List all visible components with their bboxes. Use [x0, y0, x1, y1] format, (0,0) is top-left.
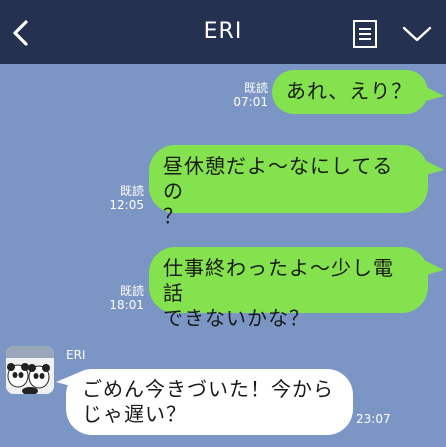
bubble-tail	[420, 258, 444, 276]
avatar[interactable]	[6, 346, 54, 394]
message-line: じゃ遅い？	[82, 402, 187, 426]
message-time: 07:01	[233, 95, 268, 109]
bubble-tail	[420, 84, 444, 102]
message-meta: 既読 07:01	[232, 81, 268, 109]
sent-message-bubble[interactable]: 仕事終わったよ〜少し電話 できないかな？	[149, 247, 428, 330]
message-time: 18:01	[109, 298, 144, 312]
notes-icon[interactable]	[351, 19, 379, 49]
chat-header: ERI	[0, 0, 446, 64]
message-meta: 既読 18:01	[104, 284, 144, 312]
chevron-down-icon[interactable]	[401, 24, 433, 44]
read-receipt: 既読	[243, 81, 268, 95]
chat-title: ERI	[203, 19, 243, 44]
message-time: 23:07	[356, 412, 391, 426]
message-line: ごめん今きづいた！今から	[82, 377, 334, 401]
message-line: 昼休憩だよ〜なにしてるの	[163, 154, 394, 203]
bubble-tail	[420, 158, 444, 176]
message-time: 12:05	[109, 198, 144, 212]
message-line: 仕事終わったよ〜少し電話	[163, 256, 394, 305]
read-receipt: 既読	[119, 184, 144, 198]
received-message-bubble[interactable]: ごめん今きづいた！今から じゃ遅い？	[66, 369, 353, 435]
sender-name: ERI	[66, 348, 86, 362]
panda-avatar-icon	[6, 346, 54, 394]
message-line: ？	[163, 204, 184, 228]
sent-message-bubble[interactable]: あれ、えり？	[272, 70, 428, 114]
sent-message-bubble[interactable]: 昼休憩だよ〜なにしてるの ？	[149, 145, 428, 228]
message-meta: 既読 12:05	[104, 184, 144, 212]
read-receipt: 既読	[119, 284, 144, 298]
message-line: できないかな？	[163, 306, 310, 330]
message-line: あれ、えり？	[286, 79, 413, 103]
